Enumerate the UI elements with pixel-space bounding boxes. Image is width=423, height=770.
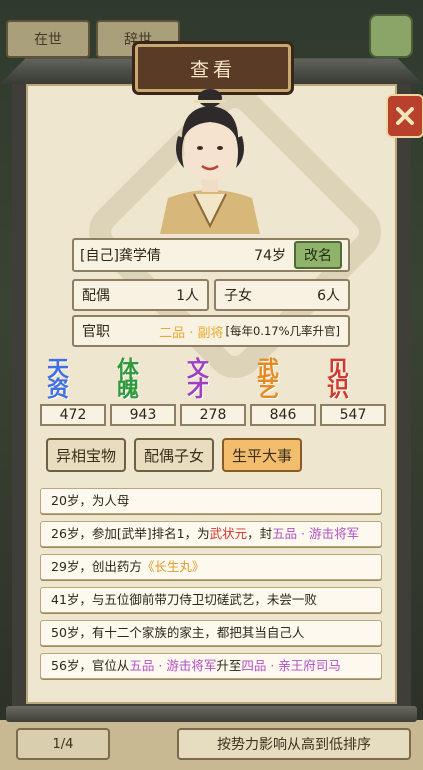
back-icon[interactable] — [369, 14, 413, 58]
life-event-text: 41岁，与五位御前带刀侍卫切磋武艺，未尝一败 — [51, 592, 317, 607]
life-event-text: 五品 · 游击将军 — [129, 658, 217, 673]
close-icon — [396, 107, 414, 125]
spouse-label: 配偶 — [82, 288, 110, 304]
stat-label: 体魄 — [113, 357, 139, 397]
life-event-text: 29岁，创出药方 — [51, 559, 142, 574]
stat-value: 846 — [250, 404, 316, 426]
stat-label: 武艺 — [253, 357, 279, 397]
stat-value: 472 — [40, 404, 106, 426]
stat-knowledge: 见识 547 — [320, 350, 386, 426]
detail-tabs: 异相宝物 配偶子女 生平大事 — [46, 438, 303, 472]
tab-family[interactable]: 配偶子女 — [134, 438, 215, 472]
spouse-row: 配偶 1人 — [72, 279, 209, 311]
stat-label: 天资 — [43, 357, 69, 397]
office-row: 官职 二品 · 副将 [每年0.17%几率升官] — [72, 315, 350, 347]
children-count: 6人 — [317, 288, 340, 304]
dialog-base — [6, 706, 417, 722]
life-event-item: 56岁，官位从五品 · 游击将军升至四品 · 亲王府司马 — [40, 653, 382, 679]
stat-aptitude: 天资 472 — [40, 350, 106, 426]
life-event-item: 41岁，与五位御前带刀侍卫切磋武艺，未尝一败 — [40, 587, 382, 613]
stat-label: 见识 — [323, 357, 349, 397]
life-event-item: 20岁，为人母 — [40, 488, 382, 514]
life-event-item: 50岁，有十二个家族的家主，都把其当自己人 — [40, 620, 382, 646]
tab-life-events[interactable]: 生平大事 — [222, 438, 303, 472]
dialog-title: 查看 — [135, 44, 291, 92]
stat-literary: 文才 278 — [180, 350, 246, 426]
life-event-text: ，封 — [247, 526, 273, 541]
life-event-text: 四品 · 亲王府司马 — [241, 658, 341, 673]
office-label: 官职 — [82, 324, 110, 340]
stat-label: 文才 — [183, 357, 209, 397]
children-label: 子女 — [224, 288, 252, 304]
spouse-count: 1人 — [176, 288, 199, 304]
stats-panel: 天资 472 体魄 943 文才 278 武艺 846 见识 547 — [40, 350, 386, 432]
office-promotion-rate: [每年0.17%几率升官] — [225, 324, 340, 338]
life-event-text: 20岁，为人母 — [51, 493, 130, 508]
life-event-text: 五品 · 游击将军 — [272, 526, 360, 541]
stat-value: 278 — [180, 404, 246, 426]
stat-martial: 武艺 846 — [250, 350, 316, 426]
life-event-text: 56岁，官位从 — [51, 658, 130, 673]
stat-physique: 体魄 943 — [110, 350, 176, 426]
children-row: 子女 6人 — [214, 279, 350, 311]
character-portrait — [160, 89, 260, 234]
tab-treasures[interactable]: 异相宝物 — [46, 438, 127, 472]
stat-value: 943 — [110, 404, 176, 426]
life-event-text: 26岁，参加[武举]排名1，为 — [51, 526, 210, 541]
close-button[interactable] — [386, 94, 423, 138]
tab-alive[interactable]: 在世 — [6, 20, 90, 58]
life-event-item: 29岁，创出药方《长生丸》 — [40, 554, 382, 580]
life-event-text: 升至 — [216, 658, 242, 673]
life-events-list: 20岁，为人母 26岁，参加[武举]排名1，为武状元，封五品 · 游击将军 29岁，… — [40, 488, 382, 686]
office-rank: 二品 · 副将 — [159, 325, 224, 341]
character-age: 74岁 — [254, 248, 286, 264]
stat-value: 547 — [320, 404, 386, 426]
character-name: [自己]龚学倩 — [80, 248, 161, 264]
life-event-text: 50岁，有十二个家族的家主，都把其当自己人 — [51, 625, 305, 640]
pager[interactable]: 1/4 — [16, 728, 110, 760]
life-event-text: 《长生丸》 — [141, 559, 205, 574]
life-event-item: 26岁，参加[武举]排名1，为武状元，封五品 · 游击将军 — [40, 521, 382, 547]
name-row: [自己]龚学倩 74岁 改名 — [72, 238, 350, 272]
life-event-text: 武状元 — [209, 526, 248, 541]
rename-button[interactable]: 改名 — [294, 241, 342, 269]
sort-button[interactable]: 按势力影响从高到低排序 — [177, 728, 411, 760]
